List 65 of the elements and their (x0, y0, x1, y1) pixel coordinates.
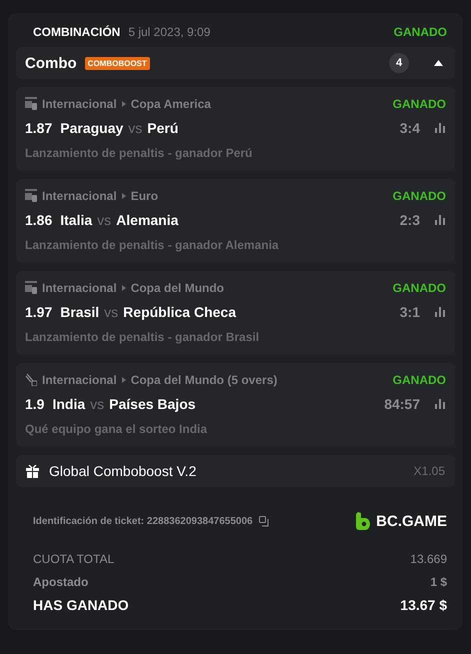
versus-label: vs (128, 120, 142, 136)
match-score: 3:4 (400, 120, 420, 136)
selection-status: GANADO (392, 188, 446, 202)
stats-icon[interactable] (435, 215, 446, 225)
category-label: Internacional (42, 372, 117, 386)
market-label: Lanzamiento de penaltis - ganador Brasil (25, 330, 260, 344)
home-team: Brasil (60, 304, 100, 320)
cricket-bat-icon (25, 373, 37, 386)
market-label: Qué equipo gana el sorteo India (25, 422, 208, 436)
odds-value: 1.86 (25, 212, 52, 228)
match-score: 3:1 (400, 304, 420, 320)
chevron-icon (122, 376, 126, 382)
match-score: 84:57 (384, 396, 420, 412)
boost-label: Global Comboboost V.2 (49, 463, 196, 479)
market-label: Lanzamiento de penaltis - ganador Perú (25, 146, 252, 160)
stats-icon[interactable] (435, 399, 446, 409)
away-team: Perú (147, 120, 178, 136)
selection-status: GANADO (392, 96, 446, 110)
combo-row[interactable]: Combo COMBOBOOST 4 (16, 47, 455, 79)
bet-status: GANADO (394, 25, 447, 39)
stats-icon[interactable] (435, 307, 446, 317)
ticket-id: Identificación de ticket: 2288362093847655006 (33, 516, 253, 526)
league-label: Copa del Mundo (5 overs) (130, 372, 278, 386)
selection-status: GANADO (392, 372, 446, 386)
odds-value: 1.97 (25, 304, 52, 320)
category-label: Internacional (42, 96, 117, 110)
home-team: Paraguay (60, 120, 124, 136)
selection-status: GANADO (392, 280, 446, 294)
away-team: Alemania (116, 212, 178, 228)
versus-label: vs (104, 304, 118, 320)
odds-value: 1.9 (25, 396, 44, 412)
total-label: CUOTA TOTAL (33, 552, 114, 566)
total-label: Apostado (33, 574, 88, 588)
home-team: India (52, 396, 86, 412)
comboboost-badge: COMBOBOOST (84, 56, 150, 70)
stats-icon[interactable] (435, 123, 446, 133)
away-team: República Checa (123, 304, 236, 320)
selection-count: 4 (389, 53, 409, 73)
brand-name: BC.GAME (376, 512, 447, 530)
chevron-icon (122, 192, 126, 198)
brand-logo-icon (356, 512, 370, 530)
away-team: Países Bajos (109, 396, 196, 412)
total-value: 13.67 $ (400, 596, 447, 612)
odds-value: 1.87 (25, 120, 52, 136)
total-value: 1 $ (430, 574, 447, 588)
combo-title: Combo (25, 54, 77, 72)
total-label: HAS GANADO (33, 596, 129, 612)
chevron-icon (122, 284, 126, 290)
copy-icon[interactable] (258, 516, 270, 526)
total-value: 13.669 (410, 552, 447, 566)
category-label: Internacional (42, 280, 117, 294)
versus-label: vs (90, 396, 104, 412)
category-label: Internacional (42, 188, 117, 202)
league-label: Euro (130, 188, 158, 202)
bet-date: 5 jul 2023, 9:09 (128, 25, 210, 39)
bet-type: COMBINACIÓN (33, 25, 120, 39)
match-score: 2:3 (400, 212, 420, 228)
home-team: Italia (60, 212, 92, 228)
league-label: Copa del Mundo (130, 280, 224, 294)
boost-multiplier: X1.05 (414, 464, 445, 478)
versus-label: vs (97, 212, 112, 228)
chevron-icon (122, 100, 126, 106)
gift-icon (26, 464, 39, 478)
league-label: Copa America (130, 96, 211, 110)
market-label: Lanzamiento de penaltis - ganador Alemania (25, 238, 279, 252)
